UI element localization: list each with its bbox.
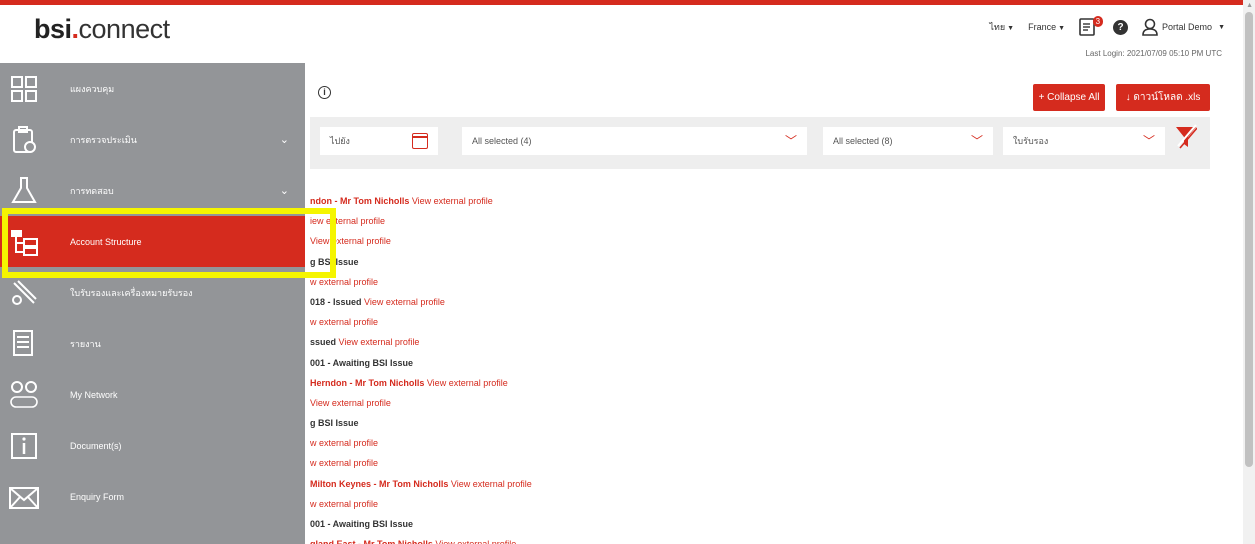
certificate-icon bbox=[12, 280, 37, 305]
list-item: Milton Keynes - Mr Tom Nicholls View ext… bbox=[310, 477, 810, 497]
row-text: Herndon - Mr Tom Nicholls bbox=[310, 377, 427, 388]
report-icon bbox=[13, 330, 33, 356]
view-external-profile-link[interactable]: w external profile bbox=[310, 277, 378, 287]
sidebar-item-envelope[interactable]: Enquiry Form bbox=[0, 471, 305, 522]
document-info-icon bbox=[11, 433, 37, 459]
list-item: w external profile bbox=[310, 275, 810, 295]
list-item: 001 - Awaiting BSI Issue bbox=[310, 517, 810, 537]
chevron-down-icon: ﹀ bbox=[970, 134, 983, 148]
user-icon bbox=[1142, 18, 1158, 36]
sidebar-item-clipboard[interactable]: การตรวจประเมิน ⌄ bbox=[0, 114, 305, 165]
sidebar-item-report[interactable]: รายงาน bbox=[0, 318, 305, 369]
status-select[interactable]: ใบรับรอง ﹀ bbox=[1003, 127, 1165, 155]
sidebar-item-dashboard[interactable]: แผงควบคุม bbox=[0, 63, 305, 114]
flask-icon bbox=[11, 177, 37, 203]
bsi-connect-logo[interactable]: bsi.connect bbox=[34, 14, 170, 45]
chevron-down-icon[interactable]: ⌄ bbox=[280, 184, 289, 197]
chevron-down-icon: ﹀ bbox=[784, 134, 797, 148]
row-text: ndon - Mr Tom Nicholls bbox=[310, 196, 412, 206]
view-external-profile-link[interactable]: View external profile bbox=[339, 337, 420, 347]
row-text: ssued bbox=[310, 337, 339, 348]
list-item: View external profile bbox=[310, 396, 810, 416]
list-item: View external profile bbox=[310, 234, 810, 254]
last-login-text: Last Login: 2021/07/09 05:10 PM UTC bbox=[1085, 49, 1222, 58]
account-list: ndon - Mr Tom Nicholls View external pro… bbox=[310, 194, 810, 544]
list-item: ssued View external profile bbox=[310, 335, 810, 355]
sidebar-item-label: Document(s) bbox=[70, 440, 122, 451]
list-item: w external profile bbox=[310, 497, 810, 517]
filter-select-2[interactable]: All selected (8) ﹀ bbox=[823, 127, 993, 155]
country-selector[interactable]: France ▼ bbox=[1028, 22, 1065, 32]
sidebar-item-document-info[interactable]: Document(s) bbox=[0, 420, 305, 471]
view-external-profile-link[interactable]: View external profile bbox=[364, 297, 445, 307]
row-text: 018 - Issued bbox=[310, 296, 365, 307]
sidebar-menu: แผงควบคุม การตรวจประเมิน ⌄ การทดสอบ ⌄ Account… bbox=[0, 63, 305, 544]
sidebar-item-network-beta[interactable]: My Network bbox=[0, 369, 305, 420]
sidebar-item-label: รายงาน bbox=[70, 338, 101, 349]
notification-count-badge: 3 bbox=[1092, 16, 1104, 27]
scrollbar-thumb[interactable] bbox=[1245, 12, 1253, 467]
chevron-down-icon: ﹀ bbox=[1142, 134, 1155, 148]
row-text: g BSI Issue bbox=[310, 418, 359, 429]
scroll-up-arrow-icon[interactable]: ▲ bbox=[1246, 2, 1253, 9]
list-item: g BSI Issue bbox=[310, 416, 810, 436]
view-external-profile-link[interactable]: View external profile bbox=[427, 378, 508, 388]
list-item: w external profile bbox=[310, 456, 810, 476]
list-item: ndon - Mr Tom Nicholls View external pro… bbox=[310, 194, 810, 214]
sidebar-item-label: My Network bbox=[70, 389, 118, 400]
top-accent-bar bbox=[0, 0, 1243, 5]
calendar-icon[interactable] bbox=[412, 133, 428, 149]
view-external-profile-link[interactable]: w external profile bbox=[310, 458, 378, 468]
list-item: 018 - Issued View external profile bbox=[310, 295, 810, 315]
clipboard-icon bbox=[13, 126, 36, 153]
highlight-box bbox=[2, 208, 336, 278]
view-external-profile-link[interactable]: w external profile bbox=[310, 438, 378, 448]
filter-select-1[interactable]: All selected (4) ﹀ bbox=[462, 127, 807, 155]
help-icon[interactable]: ? bbox=[1113, 19, 1129, 35]
list-item: Herndon - Mr Tom Nicholls View external … bbox=[310, 376, 810, 396]
clear-filter-funnel-icon[interactable] bbox=[1175, 123, 1197, 151]
list-item: 001 - Awaiting BSI Issue bbox=[310, 356, 810, 376]
row-text: Milton Keynes - Mr Tom Nicholls bbox=[310, 478, 451, 489]
view-external-profile-link[interactable]: w external profile bbox=[310, 499, 378, 509]
list-item: w external profile bbox=[310, 436, 810, 456]
sidebar-item-label: การตรวจประเมิน bbox=[70, 134, 137, 145]
sidebar-item-label: แผงควบคุม bbox=[70, 83, 115, 94]
download-arrow-icon: ↓ bbox=[1125, 92, 1131, 103]
view-external-profile-link[interactable]: w external profile bbox=[310, 317, 378, 327]
info-icon[interactable]: i bbox=[318, 86, 331, 99]
sidebar-item-label: การทดสอบ bbox=[70, 185, 114, 196]
page-scrollbar[interactable]: ▲ bbox=[1243, 0, 1255, 544]
download-xls-button[interactable]: ↓ ดาวน์โหลด .xls bbox=[1116, 84, 1210, 111]
view-external-profile-link[interactable]: View external profile bbox=[435, 539, 516, 544]
list-item: iew external profile bbox=[310, 214, 810, 234]
collapse-all-button[interactable]: + Collapse All bbox=[1033, 84, 1105, 111]
sidebar-item-label: ใบรับรองและเครื่องหมายรับรอง bbox=[70, 287, 193, 298]
date-to-input[interactable]: ไปยัง bbox=[320, 127, 438, 155]
network-beta-icon bbox=[10, 381, 38, 408]
sidebar-item-label: Enquiry Form bbox=[70, 491, 125, 502]
chevron-down-icon[interactable]: ⌄ bbox=[280, 133, 289, 146]
notifications-button[interactable]: 3 bbox=[1079, 16, 1104, 36]
page-root: bsi.connect ไทย ▼ France ▼ 3 ? Portal Demo… bbox=[0, 0, 1255, 544]
list-item: g BSI Issue bbox=[310, 255, 810, 275]
header-controls: ไทย ▼ France ▼ 3 ? Portal Demo ▼ bbox=[989, 16, 1225, 36]
language-selector[interactable]: ไทย ▼ bbox=[989, 20, 1014, 34]
list-item: w external profile bbox=[310, 315, 810, 335]
view-external-profile-link[interactable]: View external profile bbox=[310, 398, 391, 408]
row-text: gland East - Mr Tom Nicholls bbox=[310, 539, 435, 544]
envelope-icon bbox=[9, 487, 39, 509]
view-external-profile-link[interactable]: View external profile bbox=[412, 196, 493, 206]
view-external-profile-link[interactable]: View external profile bbox=[451, 479, 532, 489]
user-menu[interactable]: Portal Demo ▼ bbox=[1142, 18, 1225, 36]
row-text: 001 - Awaiting BSI Issue bbox=[310, 519, 414, 529]
list-item: gland East - Mr Tom Nicholls View extern… bbox=[310, 537, 810, 544]
row-text: 001 - Awaiting BSI Issue bbox=[310, 357, 414, 368]
filter-bar: ไปยัง All selected (4) ﹀ All selected (8)… bbox=[310, 117, 1210, 169]
dashboard-icon bbox=[11, 76, 37, 102]
